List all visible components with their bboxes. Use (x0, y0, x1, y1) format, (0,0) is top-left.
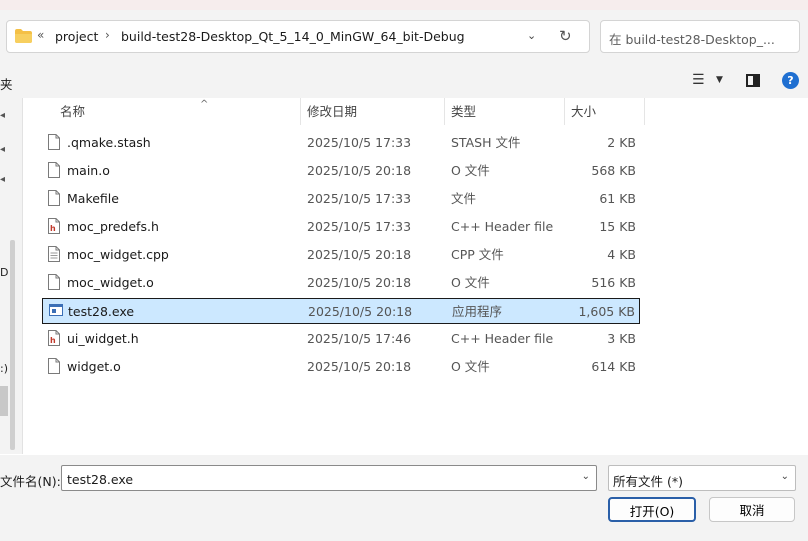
file-modified-date: 2025/10/5 17:33 (307, 219, 412, 234)
file-row[interactable]: widget.o 2025/10/5 20:18 O 文件 614 KB (42, 354, 640, 380)
address-bar[interactable]: « project › build-test28-Desktop_Qt_5_14… (6, 20, 590, 53)
breadcrumb-project[interactable]: project (55, 29, 98, 44)
file-row[interactable]: h ui_widget.h 2025/10/5 17:46 C++ Header fi… (42, 326, 640, 352)
folder-icon (15, 29, 32, 43)
document-icon (48, 134, 60, 150)
file-type: O 文件 (451, 359, 490, 374)
svg-text:h: h (50, 224, 56, 233)
file-modified-date: 2025/10/5 20:18 (308, 304, 413, 319)
header-file-icon: h (48, 218, 60, 234)
nav-expand-arrow-icon[interactable]: ◂ (0, 144, 5, 155)
file-modified-date: 2025/10/5 17:46 (307, 331, 412, 346)
file-size: 61 KB (599, 191, 636, 206)
column-header-size[interactable]: 大小 (565, 98, 645, 125)
file-type-filter-value: 所有文件 (*) (613, 474, 683, 489)
nav-scrollbar[interactable] (10, 240, 15, 450)
file-type: O 文件 (451, 163, 490, 178)
window-top-strip (0, 0, 808, 10)
file-name: .qmake.stash (67, 135, 151, 150)
file-row[interactable]: test28.exe 2025/10/5 20:18 应用程序 1,605 KB (42, 298, 640, 324)
file-type: C++ Header file (451, 219, 554, 234)
refresh-icon[interactable]: ↻ (559, 27, 572, 45)
executable-icon (49, 303, 63, 319)
file-type-chevron-down-icon[interactable]: ⌄ (781, 471, 789, 482)
file-name: moc_widget.o (67, 275, 154, 290)
address-history-chevron-down-icon[interactable]: ⌄ (527, 29, 536, 42)
preview-pane-icon[interactable] (746, 74, 760, 87)
nav-expand-arrow-icon[interactable]: ◂ (0, 174, 5, 185)
file-name: Makefile (67, 191, 119, 206)
file-type: STASH 文件 (451, 135, 521, 150)
file-type: C++ Header file (451, 331, 554, 346)
file-size: 1,605 KB (578, 304, 635, 319)
breadcrumb-separator-icon[interactable]: › (105, 28, 110, 42)
file-type: O 文件 (451, 275, 490, 290)
file-modified-date: 2025/10/5 17:33 (307, 191, 412, 206)
column-header-date[interactable]: 修改日期 (301, 98, 445, 125)
file-row[interactable]: main.o 2025/10/5 20:18 O 文件 568 KB (42, 158, 640, 184)
file-row[interactable]: .qmake.stash 2025/10/5 17:33 STASH 文件 2 KB (42, 130, 640, 156)
file-modified-date: 2025/10/5 20:18 (307, 275, 412, 290)
navigation-pane[interactable]: ◂ ◂ ◂ D :) (0, 98, 23, 454)
file-type: 文件 (451, 191, 477, 206)
file-name: moc_widget.cpp (67, 247, 169, 262)
breadcrumb-build-folder[interactable]: build-test28-Desktop_Qt_5_14_0_MinGW_64_… (121, 29, 465, 44)
text-file-icon (48, 246, 60, 262)
view-list-icon[interactable]: ☰ (692, 72, 705, 88)
filename-field[interactable]: ⌄ (61, 465, 597, 491)
file-list[interactable]: 名称 ^ 修改日期 类型 大小 .qmake.stash 2025/10/5 17… (24, 98, 808, 454)
document-icon (48, 358, 60, 374)
file-size: 3 KB (607, 331, 636, 346)
file-type: CPP 文件 (451, 247, 504, 262)
help-icon[interactable]: ? (782, 72, 799, 89)
file-row[interactable]: moc_widget.cpp 2025/10/5 20:18 CPP 文件 4 KB (42, 242, 640, 268)
file-modified-date: 2025/10/5 20:18 (307, 359, 412, 374)
file-name: main.o (67, 163, 110, 178)
document-icon (48, 274, 60, 290)
svg-text:h: h (50, 336, 56, 345)
column-header-label: 名称 (60, 104, 86, 119)
file-row[interactable]: moc_widget.o 2025/10/5 20:18 O 文件 516 KB (42, 270, 640, 296)
filename-input[interactable] (65, 467, 569, 491)
filename-label: 文件名(N): (0, 474, 61, 489)
file-modified-date: 2025/10/5 20:18 (307, 247, 412, 262)
column-header-name[interactable]: 名称 ^ (54, 98, 301, 125)
nav-item-partial-label[interactable]: :) (0, 362, 8, 375)
open-button[interactable]: 打开(O) (608, 497, 696, 522)
file-type-filter-select[interactable]: 所有文件 (*) ⌄ (608, 465, 796, 491)
column-header-type[interactable]: 类型 (445, 98, 565, 125)
file-size: 568 KB (591, 163, 636, 178)
file-name: moc_predefs.h (67, 219, 159, 234)
file-modified-date: 2025/10/5 17:33 (307, 135, 412, 150)
filename-history-chevron-down-icon[interactable]: ⌄ (582, 471, 590, 482)
nav-pane-partial-label: 夹 (0, 77, 13, 92)
sort-ascending-icon: ^ (200, 99, 209, 110)
document-icon (48, 190, 60, 206)
view-options-chevron-down-icon[interactable]: ▼ (716, 75, 723, 85)
address-overflow-icon[interactable]: « (37, 28, 44, 42)
header-file-icon: h (48, 330, 60, 346)
cancel-button[interactable]: 取消 (709, 497, 795, 522)
document-icon (48, 162, 60, 178)
file-row[interactable]: Makefile 2025/10/5 17:33 文件 61 KB (42, 186, 640, 212)
file-name: widget.o (67, 359, 121, 374)
search-input[interactable]: 在 build-test28-Desktop_... (600, 20, 800, 53)
file-size: 4 KB (607, 247, 636, 262)
file-name: test28.exe (68, 304, 135, 319)
nav-item-partial-label[interactable]: D (0, 266, 8, 279)
file-modified-date: 2025/10/5 20:18 (307, 163, 412, 178)
file-row[interactable]: h moc_predefs.h 2025/10/5 17:33 C++ Header … (42, 214, 640, 240)
file-size: 516 KB (591, 275, 636, 290)
file-type: 应用程序 (452, 304, 503, 319)
file-size: 15 KB (599, 219, 636, 234)
nav-expand-arrow-icon[interactable]: ◂ (0, 110, 5, 121)
file-size: 2 KB (607, 135, 636, 150)
nav-selected-marker (0, 386, 8, 416)
file-size: 614 KB (591, 359, 636, 374)
file-name: ui_widget.h (67, 331, 139, 346)
